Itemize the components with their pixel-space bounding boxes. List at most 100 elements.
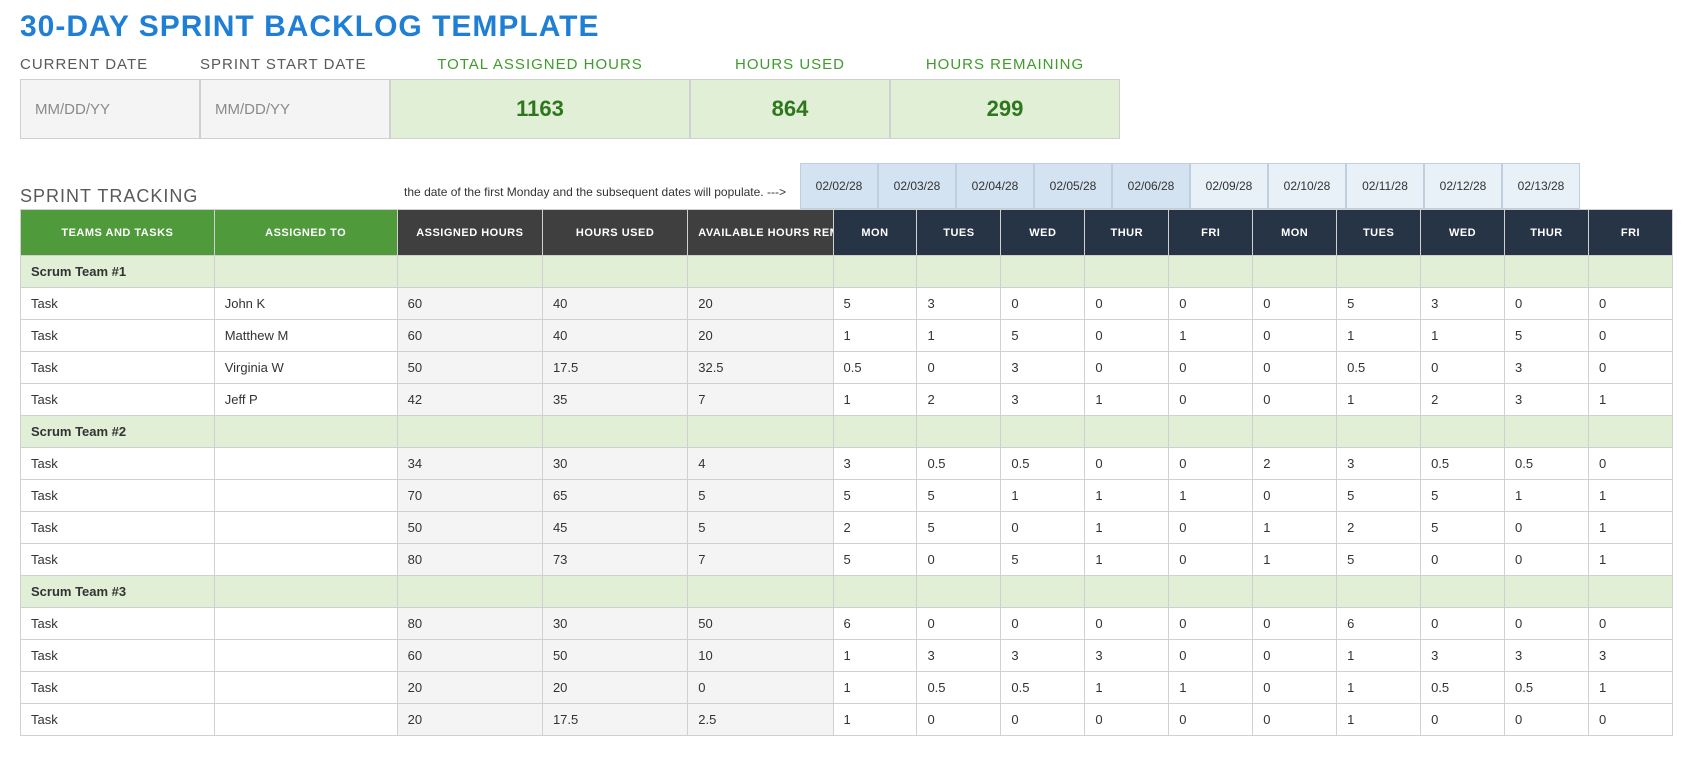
available-cell[interactable]: 7 <box>688 544 833 576</box>
day-cell[interactable]: 0 <box>1421 352 1505 384</box>
current-date-field[interactable]: MM/DD/YY <box>20 79 200 139</box>
day-cell[interactable]: 0 <box>1253 288 1337 320</box>
day-cell[interactable]: 0.5 <box>1421 672 1505 704</box>
day-cell[interactable]: 5 <box>1001 320 1085 352</box>
day-cell[interactable]: 3 <box>1505 352 1589 384</box>
task-name-cell[interactable]: Task <box>21 608 215 640</box>
day-cell[interactable]: 1 <box>1337 640 1421 672</box>
available-cell[interactable]: 32.5 <box>688 352 833 384</box>
day-cell[interactable]: 3 <box>1085 640 1169 672</box>
day-cell[interactable]: 3 <box>917 288 1001 320</box>
assigned-to-cell[interactable] <box>214 640 397 672</box>
day-cell[interactable]: 0 <box>1169 448 1253 480</box>
day-cell[interactable]: 5 <box>1421 512 1505 544</box>
task-name-cell[interactable]: Task <box>21 672 215 704</box>
hours-used-cell[interactable]: 17.5 <box>542 352 687 384</box>
task-name-cell[interactable]: Task <box>21 288 215 320</box>
day-cell[interactable]: 0.5 <box>917 448 1001 480</box>
assigned-to-cell[interactable] <box>214 512 397 544</box>
day-cell[interactable]: 0 <box>1505 704 1589 736</box>
day-cell[interactable]: 1 <box>833 704 917 736</box>
day-cell[interactable]: 0 <box>1505 544 1589 576</box>
assigned-to-cell[interactable] <box>214 608 397 640</box>
day-cell[interactable]: 0 <box>1588 704 1672 736</box>
assigned-to-cell[interactable] <box>214 704 397 736</box>
day-cell[interactable]: 0 <box>1253 640 1337 672</box>
day-cell[interactable]: 3 <box>1505 384 1589 416</box>
assigned-to-cell[interactable] <box>214 480 397 512</box>
day-cell[interactable]: 1 <box>1588 512 1672 544</box>
day-cell[interactable]: 0 <box>917 704 1001 736</box>
task-name-cell[interactable]: Task <box>21 448 215 480</box>
day-cell[interactable]: 1 <box>1253 544 1337 576</box>
day-cell[interactable]: 0 <box>1253 704 1337 736</box>
assigned-to-cell[interactable]: Virginia W <box>214 352 397 384</box>
day-cell[interactable]: 0 <box>1253 480 1337 512</box>
day-cell[interactable]: 1 <box>1505 480 1589 512</box>
day-cell[interactable]: 0 <box>1588 448 1672 480</box>
available-cell[interactable]: 20 <box>688 320 833 352</box>
day-cell[interactable]: 0 <box>1253 352 1337 384</box>
hours-used-cell[interactable]: 35 <box>542 384 687 416</box>
day-cell[interactable]: 3 <box>1001 640 1085 672</box>
day-cell[interactable]: 0 <box>1253 608 1337 640</box>
day-cell[interactable]: 1 <box>1085 480 1169 512</box>
day-cell[interactable]: 1 <box>833 320 917 352</box>
assigned-hours-cell[interactable]: 80 <box>397 544 542 576</box>
day-cell[interactable]: 0.5 <box>833 352 917 384</box>
day-cell[interactable]: 5 <box>917 480 1001 512</box>
day-cell[interactable]: 1 <box>1337 704 1421 736</box>
day-cell[interactable]: 2 <box>833 512 917 544</box>
day-cell[interactable]: 5 <box>1001 544 1085 576</box>
day-cell[interactable]: 1 <box>1085 544 1169 576</box>
hours-used-cell[interactable]: 30 <box>542 448 687 480</box>
day-cell[interactable]: 0 <box>1253 384 1337 416</box>
day-cell[interactable]: 0 <box>1169 288 1253 320</box>
day-cell[interactable]: 0 <box>1001 512 1085 544</box>
day-cell[interactable]: 6 <box>1337 608 1421 640</box>
day-cell[interactable]: 5 <box>917 512 1001 544</box>
assigned-to-cell[interactable] <box>214 544 397 576</box>
day-cell[interactable]: 6 <box>833 608 917 640</box>
assigned-hours-cell[interactable]: 60 <box>397 640 542 672</box>
day-cell[interactable]: 0 <box>1085 704 1169 736</box>
sprint-start-field[interactable]: MM/DD/YY <box>200 79 390 139</box>
day-cell[interactable]: 0 <box>1421 704 1505 736</box>
day-cell[interactable]: 0 <box>1253 672 1337 704</box>
day-cell[interactable]: 1 <box>1337 672 1421 704</box>
available-cell[interactable]: 50 <box>688 608 833 640</box>
assigned-hours-cell[interactable]: 80 <box>397 608 542 640</box>
day-cell[interactable]: 0 <box>1169 352 1253 384</box>
day-cell[interactable]: 5 <box>1337 480 1421 512</box>
day-cell[interactable]: 3 <box>833 448 917 480</box>
day-cell[interactable]: 0 <box>1001 608 1085 640</box>
day-cell[interactable]: 0.5 <box>1001 448 1085 480</box>
assigned-to-cell[interactable] <box>214 448 397 480</box>
assigned-to-cell[interactable] <box>214 672 397 704</box>
day-cell[interactable]: 0 <box>1169 384 1253 416</box>
available-cell[interactable]: 2.5 <box>688 704 833 736</box>
day-cell[interactable]: 1 <box>1085 512 1169 544</box>
day-cell[interactable]: 0.5 <box>1337 352 1421 384</box>
day-cell[interactable]: 0 <box>1001 288 1085 320</box>
day-cell[interactable]: 0.5 <box>1421 448 1505 480</box>
day-cell[interactable]: 3 <box>917 640 1001 672</box>
day-cell[interactable]: 5 <box>1337 288 1421 320</box>
available-cell[interactable]: 10 <box>688 640 833 672</box>
day-cell[interactable]: 0 <box>1169 608 1253 640</box>
day-cell[interactable]: 0 <box>1421 608 1505 640</box>
hours-used-cell[interactable]: 65 <box>542 480 687 512</box>
day-cell[interactable]: 3 <box>1001 384 1085 416</box>
day-cell[interactable]: 5 <box>1505 320 1589 352</box>
day-cell[interactable]: 0 <box>1588 608 1672 640</box>
day-cell[interactable]: 0.5 <box>917 672 1001 704</box>
available-cell[interactable]: 4 <box>688 448 833 480</box>
day-cell[interactable]: 0 <box>1085 352 1169 384</box>
day-cell[interactable]: 1 <box>1337 384 1421 416</box>
day-cell[interactable]: 1 <box>1421 320 1505 352</box>
day-cell[interactable]: 0 <box>917 352 1001 384</box>
day-cell[interactable]: 0 <box>1505 288 1589 320</box>
day-cell[interactable]: 3 <box>1505 640 1589 672</box>
hours-used-cell[interactable]: 40 <box>542 320 687 352</box>
hours-used-cell[interactable]: 30 <box>542 608 687 640</box>
